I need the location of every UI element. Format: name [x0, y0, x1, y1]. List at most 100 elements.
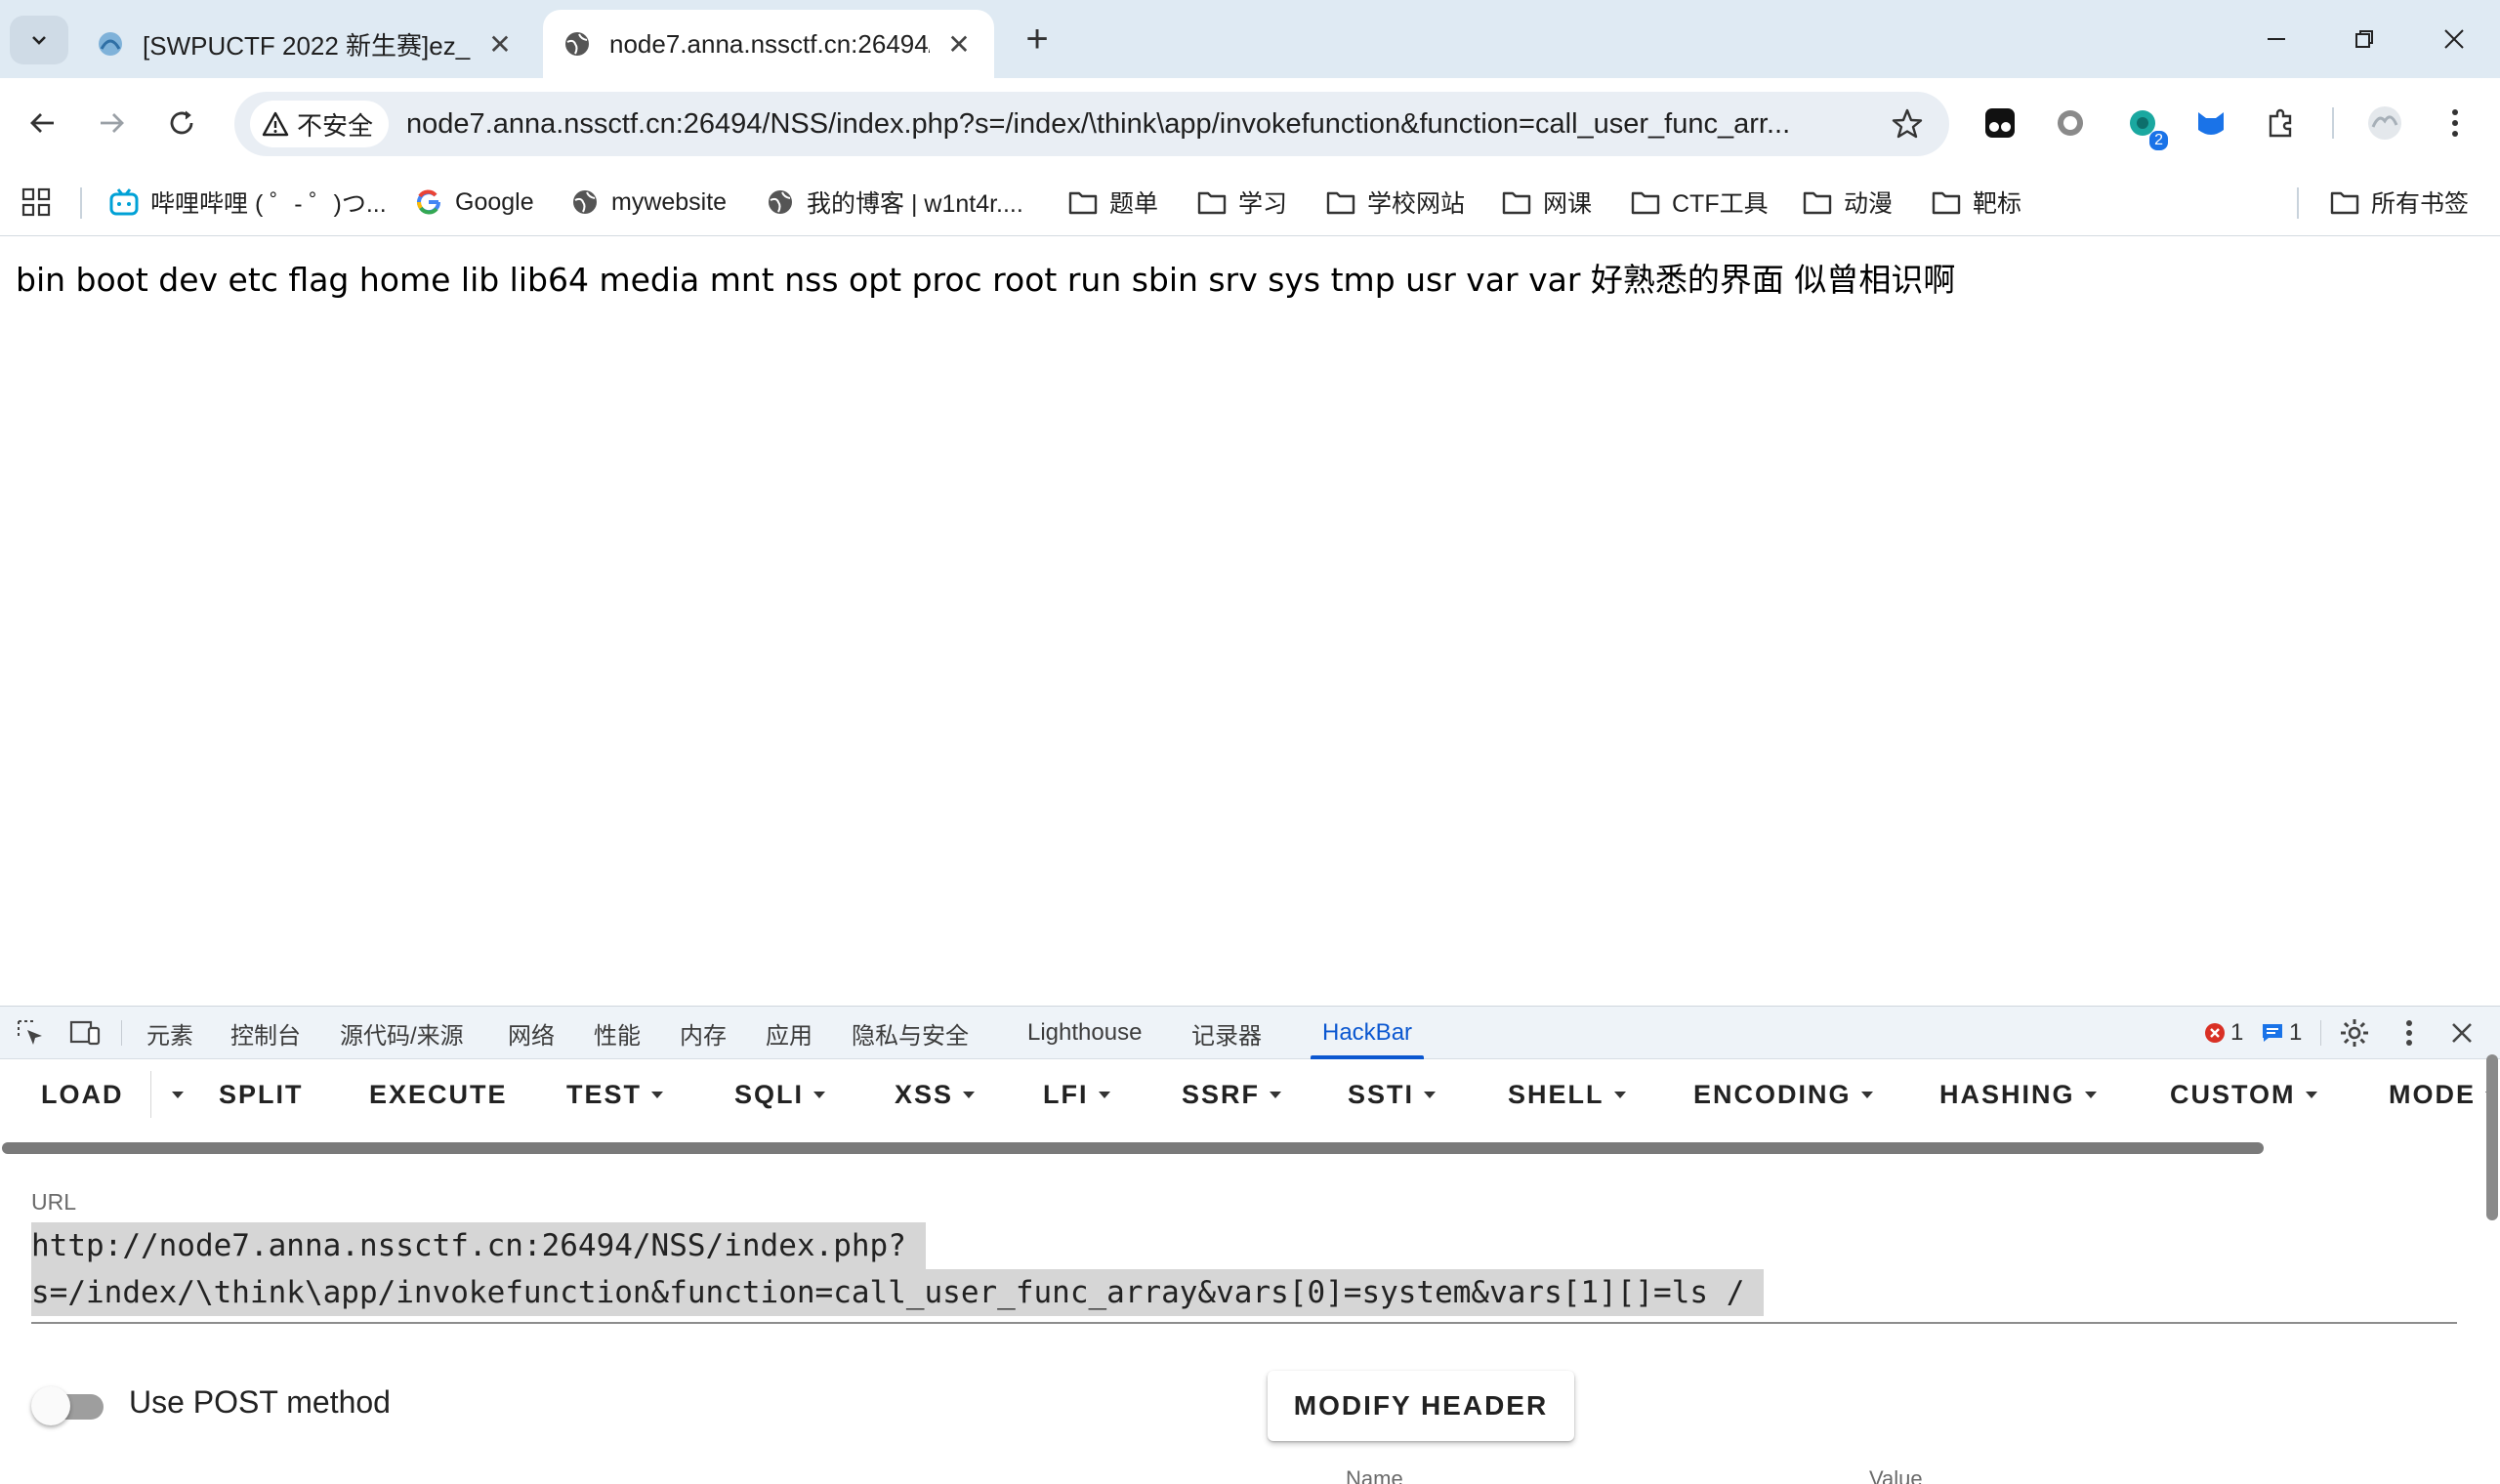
close-icon — [2444, 29, 2464, 49]
caret-down-icon — [2305, 1091, 2317, 1098]
tab-node7[interactable]: node7.anna.nssctf.cn:26494/NSS/index.php… — [543, 10, 994, 78]
google-icon — [414, 187, 443, 217]
arrow-left-icon — [30, 113, 54, 133]
url-text[interactable]: node7.anna.nssctf.cn:26494/NSS/index.php… — [406, 108, 1891, 141]
ssti-label: SSTI — [1348, 1079, 1415, 1109]
restore-icon — [2355, 30, 2373, 48]
caret-down-icon — [1270, 1091, 1282, 1098]
minimize-button[interactable] — [2232, 10, 2320, 68]
apps-button[interactable] — [21, 182, 51, 223]
caret-down-icon — [1098, 1091, 1110, 1098]
bookmark-folder-anime[interactable]: 动漫 — [1803, 182, 1893, 223]
message-icon — [2263, 1024, 2282, 1042]
tab-memory[interactable]: 内存 — [680, 1007, 727, 1059]
tab-elements[interactable]: 元素 — [146, 1007, 193, 1059]
load-dropdown-button[interactable] — [162, 1059, 184, 1130]
post-method-toggle[interactable] — [31, 1386, 104, 1425]
caret-down-icon — [2084, 1091, 2097, 1098]
all-bookmarks-label: 所有书签 — [2371, 190, 2470, 218]
mode-menu[interactable]: MODE — [2389, 1059, 2497, 1130]
record-icon[interactable] — [2047, 100, 2094, 146]
profile-avatar-icon[interactable] — [2361, 100, 2408, 146]
shell-menu[interactable]: SHELL — [1508, 1059, 1626, 1130]
message-counter[interactable]: 1 — [2260, 1007, 2302, 1059]
error-counter[interactable]: 1 — [2203, 1007, 2243, 1059]
lfi-menu[interactable]: LFI — [1043, 1059, 1110, 1130]
back-button[interactable] — [18, 98, 68, 148]
hackbar-vertical-scrollbar[interactable] — [2486, 1054, 2498, 1220]
kebab-menu-icon[interactable] — [2432, 100, 2479, 146]
cat-extension-icon[interactable] — [2188, 100, 2234, 146]
bookmark-label: 靶标 — [1973, 190, 2022, 218]
tab-recorder[interactable]: 记录器 — [1191, 1007, 1262, 1059]
globe-icon — [766, 187, 795, 217]
tab-console[interactable]: 控制台 — [230, 1007, 301, 1059]
security-chip[interactable]: 不安全 — [250, 101, 390, 147]
tab-sources[interactable]: 源代码/来源 — [340, 1007, 464, 1059]
star-icon[interactable] — [1891, 107, 1924, 141]
ssrf-menu[interactable]: SSRF — [1182, 1059, 1282, 1130]
bookmark-folder-target[interactable]: 靶标 — [1932, 182, 2021, 223]
bookmark-folder-school[interactable]: 学校网站 — [1326, 182, 1465, 223]
kebab-menu-icon[interactable] — [2393, 1016, 2426, 1050]
split-button[interactable]: SPLIT — [219, 1059, 304, 1130]
url-line-2: s=/index/\think\app/invokefunction&funct… — [31, 1269, 1765, 1316]
close-devtools-icon[interactable] — [2445, 1016, 2479, 1050]
tab-search-button[interactable] — [10, 16, 68, 64]
inspect-element-icon[interactable] — [14, 1016, 47, 1050]
folder-icon — [1326, 187, 1355, 217]
tab-lighthouse[interactable]: Lighthouse — [1027, 1007, 1142, 1059]
bookmark-folder-ctf-tools[interactable]: CTF工具 — [1631, 182, 1769, 223]
bookmark-bilibili[interactable]: 哔哩哔哩 ( ゜- ゜)つ... — [109, 182, 387, 223]
tab-hackbar[interactable]: HackBar — [1310, 1007, 1425, 1059]
folder-icon — [2330, 187, 2359, 217]
bookmark-folder-wangke[interactable]: 网课 — [1502, 182, 1592, 223]
caret-down-icon — [963, 1091, 976, 1098]
hashing-menu[interactable]: HASHING — [1939, 1059, 2097, 1130]
devtools-tabbar: 元素 控制台 源代码/来源 网络 性能 内存 应用 隐私与安全 Lighthou… — [0, 1007, 2500, 1059]
tab-privacy-security[interactable]: 隐私与安全 — [852, 1007, 969, 1059]
bookmark-folder-xuexi[interactable]: 学习 — [1197, 182, 1287, 223]
restore-button[interactable] — [2320, 10, 2408, 68]
xss-menu[interactable]: XSS — [895, 1059, 976, 1130]
bookmark-google[interactable]: Google — [414, 182, 534, 223]
execute-button[interactable]: EXECUTE — [369, 1059, 508, 1130]
hackbar-horizontal-scrollbar[interactable] — [2, 1142, 2264, 1154]
sqli-label: SQLI — [734, 1079, 805, 1109]
close-icon[interactable]: ✕ — [484, 28, 516, 60]
extension-badge-icon[interactable]: 2 — [2119, 100, 2168, 150]
mode-label: MODE — [2389, 1079, 2476, 1109]
custom-menu[interactable]: CUSTOM — [2170, 1059, 2317, 1130]
sqli-menu[interactable]: SQLI — [734, 1059, 826, 1130]
tab-application[interactable]: 应用 — [766, 1007, 812, 1059]
bookmark-label: 网课 — [1543, 190, 1593, 218]
test-menu[interactable]: TEST — [566, 1059, 664, 1130]
address-bar[interactable]: 不安全 node7.anna.nssctf.cn:26494/NSS/index… — [234, 92, 1949, 156]
tab-network[interactable]: 网络 — [508, 1007, 555, 1059]
bookmarks-separator — [80, 187, 82, 219]
reload-button[interactable] — [156, 98, 207, 148]
device-toolbar-icon[interactable] — [68, 1016, 102, 1050]
forward-button[interactable] — [86, 98, 137, 148]
modify-header-button[interactable]: MODIFY HEADER — [1268, 1371, 1574, 1441]
all-bookmarks-button[interactable]: 所有书签 — [2330, 182, 2469, 223]
tampermonkey-icon[interactable] — [1977, 100, 2023, 146]
settings-gear-icon[interactable] — [2338, 1016, 2371, 1050]
modify-header-label: MODIFY HEADER — [1293, 1390, 1549, 1421]
load-button[interactable]: LOAD — [41, 1059, 124, 1130]
folder-icon — [1932, 187, 1961, 217]
encoding-menu[interactable]: ENCODING — [1693, 1059, 1873, 1130]
browser-chrome: [SWPUCTF 2022 新生赛]ez_rce ✕ node7.anna.ns… — [0, 0, 2500, 236]
close-icon[interactable]: ✕ — [943, 28, 975, 60]
bookmark-blog[interactable]: 我的博客 | w1nt4r.... — [766, 182, 1023, 223]
bookmark-mywebsite[interactable]: mywebsite — [570, 182, 727, 223]
ssti-menu[interactable]: SSTI — [1348, 1059, 1437, 1130]
hackbar-url-input[interactable]: http://node7.anna.nssctf.cn:26494/NSS/in… — [31, 1222, 2457, 1324]
new-tab-button[interactable]: + — [1016, 18, 1059, 61]
caret-down-icon — [172, 1091, 184, 1098]
bookmark-folder-tidan[interactable]: 题单 — [1068, 182, 1158, 223]
close-window-button[interactable] — [2410, 10, 2498, 68]
tab-performance[interactable]: 性能 — [594, 1007, 641, 1059]
tab-swpuctf[interactable]: [SWPUCTF 2022 新生赛]ez_rce ✕ — [76, 10, 535, 78]
puzzle-icon[interactable] — [2258, 100, 2305, 146]
